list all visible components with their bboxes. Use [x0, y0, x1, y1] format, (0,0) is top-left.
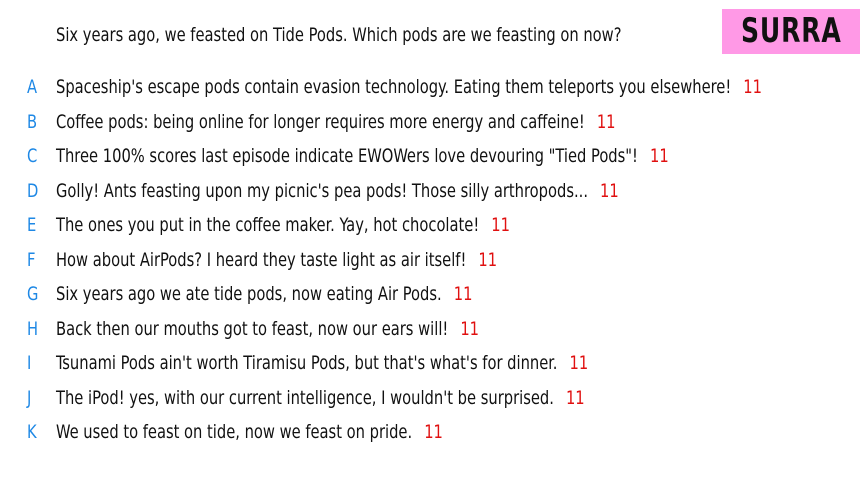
response-list: A Spaceship's escape pods contain evasio…: [0, 72, 864, 452]
response-row: F How about AirPods? I heard they taste …: [0, 245, 864, 280]
response-text: Coffee pods: being online for longer req…: [56, 110, 585, 133]
response-line: Three 100% scores last episode indicate …: [56, 141, 669, 171]
response-score: 11: [424, 421, 443, 443]
response-score: 11: [460, 317, 480, 340]
response-text: Spaceship's escape pods contain evasion …: [56, 76, 732, 98]
response-score: 11: [569, 352, 589, 374]
response-score: 11: [600, 179, 619, 202]
response-row: C Three 100% scores last episode indicat…: [0, 141, 864, 176]
response-score: 11: [649, 145, 669, 167]
prompt-question: Six years ago, we feasted on Tide Pods. …: [56, 24, 622, 46]
response-text: We used to feast on tide, now we feast o…: [56, 421, 413, 443]
response-letter: D: [27, 179, 39, 202]
response-letter: B: [27, 110, 38, 133]
response-row: H Back then our mouths got to feast, now…: [0, 314, 864, 349]
contestant-name: SURRA: [740, 11, 842, 51]
response-text: Golly! Ants feasting upon my picnic's pe…: [56, 179, 588, 202]
response-score: 11: [743, 76, 762, 98]
response-row: A Spaceship's escape pods contain evasio…: [0, 72, 864, 107]
response-row: D Golly! Ants feasting upon my picnic's …: [0, 176, 864, 211]
response-row: J The iPod! yes, with our current intell…: [0, 383, 864, 418]
response-letter: H: [27, 317, 39, 340]
response-row: K We used to feast on tide, now we feast…: [0, 417, 864, 452]
response-letter: I: [27, 352, 32, 374]
response-letter: G: [27, 283, 39, 305]
response-line: The ones you put in the coffee maker. Ya…: [56, 210, 510, 240]
response-text: The ones you put in the coffee maker. Ya…: [56, 214, 480, 236]
response-score: 11: [478, 248, 498, 271]
response-text: Six years ago we ate tide pods, now eati…: [56, 283, 442, 305]
response-row: I Tsunami Pods ain't worth Tiramisu Pods…: [0, 348, 864, 383]
response-letter: F: [27, 248, 36, 271]
response-letter: C: [27, 145, 38, 167]
response-text: Three 100% scores last episode indicate …: [56, 145, 638, 167]
response-text: How about AirPods? I heard they taste li…: [56, 248, 467, 271]
response-text: The iPod! yes, with our current intellig…: [56, 386, 554, 409]
contestant-name-badge: SURRA: [722, 9, 860, 54]
response-line: We used to feast on tide, now we feast o…: [56, 417, 443, 447]
response-score: 11: [596, 110, 616, 133]
response-letter: E: [27, 214, 37, 236]
response-line: Back then our mouths got to feast, now o…: [56, 314, 479, 344]
response-line: How about AirPods? I heard they taste li…: [56, 245, 497, 275]
response-line: Golly! Ants feasting upon my picnic's pe…: [56, 176, 619, 206]
response-score: 11: [565, 386, 585, 409]
response-letter: A: [27, 76, 38, 98]
response-line: Coffee pods: being online for longer req…: [56, 107, 616, 137]
response-row: B Coffee pods: being online for longer r…: [0, 107, 864, 142]
response-letter: K: [27, 421, 37, 443]
response-text: Tsunami Pods ain't worth Tiramisu Pods, …: [56, 352, 558, 374]
response-line: Six years ago we ate tide pods, now eati…: [56, 279, 472, 309]
response-score: 11: [491, 214, 510, 236]
response-line: Spaceship's escape pods contain evasion …: [56, 72, 762, 102]
response-score: 11: [453, 283, 473, 305]
response-text: Back then our mouths got to feast, now o…: [56, 317, 449, 340]
response-row: G Six years ago we ate tide pods, now ea…: [0, 279, 864, 314]
response-row: E The ones you put in the coffee maker. …: [0, 210, 864, 245]
response-line: The iPod! yes, with our current intellig…: [56, 383, 585, 413]
response-line: Tsunami Pods ain't worth Tiramisu Pods, …: [56, 348, 588, 378]
response-letter: J: [27, 386, 32, 409]
